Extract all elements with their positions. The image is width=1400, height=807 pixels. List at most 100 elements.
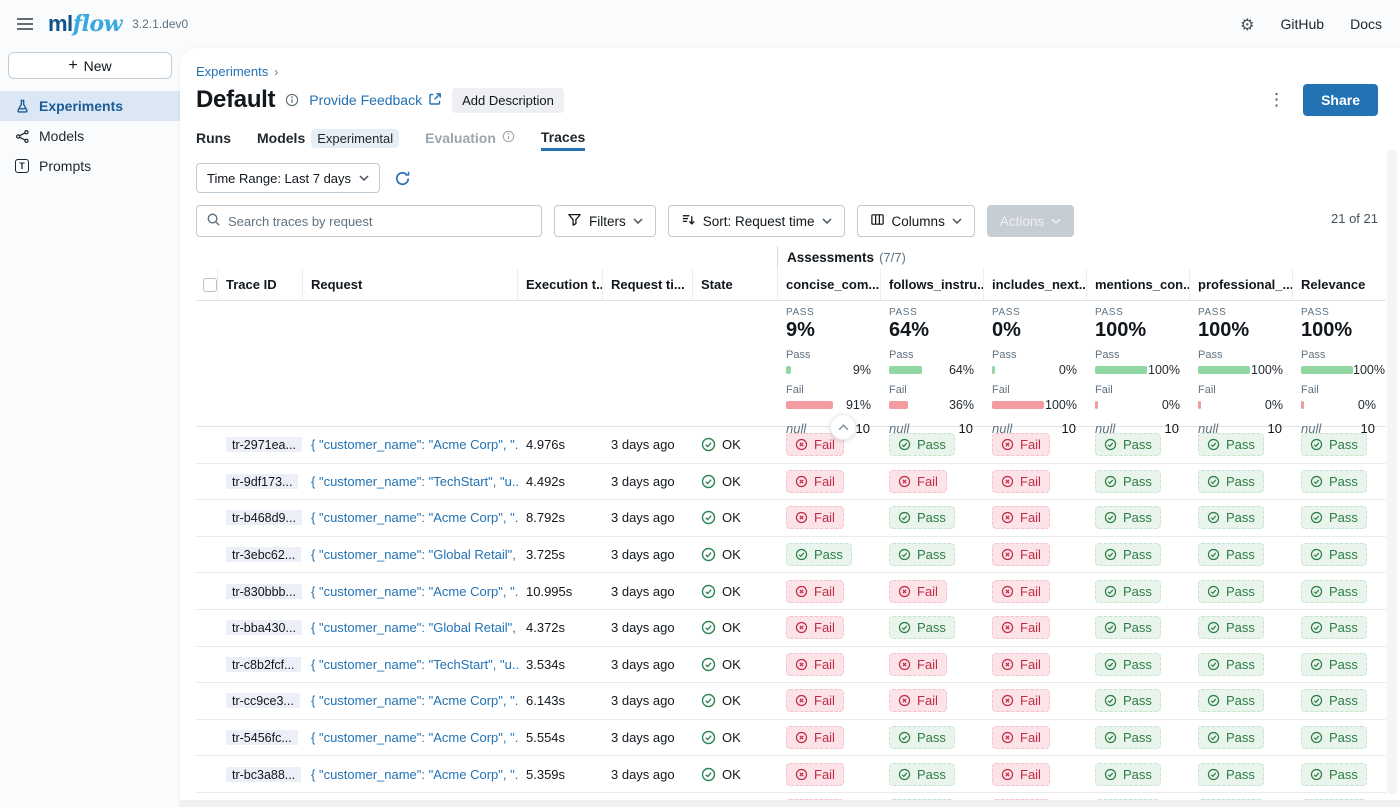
ok-check-icon <box>701 510 716 525</box>
table-row[interactable]: tr-bc3a88...{ "customer_name": "Acme Cor… <box>196 756 1386 793</box>
github-link[interactable]: GitHub <box>1281 16 1325 32</box>
trace-id-pill[interactable]: tr-bc3a88... <box>226 767 301 782</box>
column-header-0[interactable]: Trace ID <box>218 269 303 300</box>
request-link[interactable]: { "customer_name": "Acme Corp", "... <box>303 767 518 782</box>
badge-label: Pass <box>1226 693 1255 708</box>
select-all-checkbox[interactable] <box>203 278 217 292</box>
badge-label: Pass <box>1226 767 1255 782</box>
column-header-7[interactable]: includes_next... <box>984 269 1087 300</box>
assessment-cell-5: Pass <box>1293 433 1386 456</box>
vertical-scrollbar[interactable] <box>1387 150 1397 795</box>
gear-icon[interactable]: ⚙ <box>1240 15 1254 34</box>
request-link[interactable]: { "customer_name": "Acme Corp", "... <box>303 584 518 599</box>
badge-label: Pass <box>1123 730 1152 745</box>
trace-id-pill[interactable]: tr-bba430... <box>226 620 302 635</box>
hamburger-menu-icon[interactable] <box>12 11 38 37</box>
sidebar-item-models[interactable]: Models <box>0 121 180 151</box>
column-header-1[interactable]: Request <box>303 269 518 300</box>
execution-time-cell: 5.554s <box>518 730 603 745</box>
table-row[interactable]: tr-9df173... { "customer_name": "TechStar… <box>196 464 1386 501</box>
refresh-icon[interactable] <box>394 170 411 187</box>
tab-evaluation[interactable]: Evaluation <box>425 125 515 151</box>
table-row[interactable]: tr-b468d9...{ "customer_name": "Acme Cor… <box>196 500 1386 537</box>
tab-models[interactable]: Models Experimental <box>257 125 399 151</box>
mlflow-logo[interactable]: mlflow <box>48 11 122 37</box>
request-link[interactable]: { "customer_name": "Global Retail", ... <box>303 547 518 562</box>
x-circle-icon <box>1001 511 1014 524</box>
table-row[interactable]: tr-5456fc... { "customer_name": "Acme Cor… <box>196 720 1386 757</box>
table-row[interactable]: tr-c8b2fcf...{ "customer_name": "TechSta… <box>196 647 1386 684</box>
badge-label: Pass <box>1329 437 1358 452</box>
check-circle-icon <box>1207 548 1220 561</box>
column-header-5[interactable]: concise_com... <box>778 269 881 300</box>
assessment-badge-pass: Pass <box>889 543 955 566</box>
assessment-cell-3: Pass <box>1087 616 1190 639</box>
trace-id-pill[interactable]: tr-830bbb... <box>226 584 302 599</box>
assessment-cell-1: Fail <box>881 689 984 712</box>
request-link[interactable]: { "customer_name": "Acme Corp", "... <box>303 437 518 452</box>
column-header-3[interactable]: Request ti... <box>603 269 693 300</box>
search-icon <box>206 212 221 230</box>
column-header-8[interactable]: mentions_con... <box>1087 269 1190 300</box>
x-circle-icon <box>1001 621 1014 634</box>
trace-id-pill[interactable]: tr-3ebc62... <box>226 547 301 562</box>
request-link[interactable]: { "customer_name": "TechStart", "u... <box>303 474 518 489</box>
check-circle-icon <box>1207 621 1220 634</box>
column-header-10[interactable]: Relevance <box>1293 269 1386 300</box>
info-icon[interactable] <box>285 93 299 107</box>
trace-id-pill[interactable]: tr-5456fc... <box>226 730 298 745</box>
column-header-4[interactable]: State <box>693 269 778 300</box>
column-header-2[interactable]: Execution t... <box>518 269 603 300</box>
check-circle-icon <box>1104 694 1117 707</box>
request-link[interactable]: { "customer_name": "Acme Corp", "... <box>303 510 518 525</box>
ok-check-icon <box>701 657 716 672</box>
badge-label: Pass <box>1123 474 1152 489</box>
share-button[interactable]: Share <box>1303 84 1378 116</box>
add-description-button[interactable]: Add Description <box>452 88 564 113</box>
request-link[interactable]: { "customer_name": "Global Retail", ... <box>303 620 518 635</box>
request-time-cell: 3 days ago <box>603 547 693 562</box>
assessment-cell-5: Pass <box>1293 653 1386 676</box>
assessment-cell-2: Fail <box>984 543 1087 566</box>
trace-id-pill[interactable]: tr-c8b2fcf... <box>226 657 301 672</box>
table-row[interactable]: tr-830bbb...{ "customer_name": "Acme Cor… <box>196 573 1386 610</box>
request-link[interactable]: { "customer_name": "Acme Corp", "... <box>303 730 518 745</box>
collapse-summary-button[interactable] <box>830 414 856 440</box>
fail-percent: 0% <box>1353 398 1376 412</box>
badge-label: Fail <box>814 767 835 782</box>
fail-bar <box>992 401 1044 409</box>
trace-id-pill[interactable]: tr-b468d9... <box>226 510 302 525</box>
search-input[interactable] <box>228 214 532 229</box>
horizontal-scrollbar[interactable] <box>180 800 1400 807</box>
summary-pass-label: Pass <box>992 349 1077 361</box>
request-link[interactable]: { "customer_name": "TechStart", "u... <box>303 657 518 672</box>
request-link[interactable]: { "customer_name": "Acme Corp", "... <box>303 693 518 708</box>
trace-id-pill[interactable]: tr-9df173... <box>226 474 298 489</box>
provide-feedback-link[interactable]: Provide Feedback <box>309 92 442 109</box>
table-row[interactable]: tr-3ebc62...{ "customer_name": "Global R… <box>196 537 1386 574</box>
table-row[interactable]: tr-bba430...{ "customer_name": "Global R… <box>196 610 1386 647</box>
badge-label: Pass <box>917 510 946 525</box>
provide-feedback-label: Provide Feedback <box>309 92 422 108</box>
breadcrumb: Experiments › <box>196 64 1378 79</box>
sidebar-item-experiments[interactable]: Experiments <box>0 91 180 121</box>
sidebar-item-prompts[interactable]: T Prompts <box>0 151 180 181</box>
kebab-menu-icon[interactable]: ⋮ <box>1268 90 1285 110</box>
trace-id-pill[interactable]: tr-2971ea... <box>226 437 302 452</box>
tab-runs[interactable]: Runs <box>196 125 231 151</box>
column-header-6[interactable]: follows_instru... <box>881 269 984 300</box>
filters-button[interactable]: Filters <box>554 205 656 237</box>
summary-fail-label: Fail <box>992 384 1077 396</box>
sort-button[interactable]: Sort: Request time <box>668 205 845 237</box>
columns-button[interactable]: Columns <box>857 205 975 237</box>
assessment-badge-pass: Pass <box>889 616 955 639</box>
breadcrumb-experiments-link[interactable]: Experiments <box>196 64 268 79</box>
trace-id-pill[interactable]: tr-cc9ce3... <box>226 693 300 708</box>
tab-traces[interactable]: Traces <box>541 125 585 151</box>
table-row[interactable]: tr-cc9ce3...{ "customer_name": "Acme Cor… <box>196 683 1386 720</box>
state-cell: OK <box>693 620 778 635</box>
column-header-9[interactable]: professional_... <box>1190 269 1293 300</box>
docs-link[interactable]: Docs <box>1350 16 1382 32</box>
time-range-dropdown[interactable]: Time Range: Last 7 days <box>196 163 380 193</box>
new-button[interactable]: + New <box>8 52 172 79</box>
